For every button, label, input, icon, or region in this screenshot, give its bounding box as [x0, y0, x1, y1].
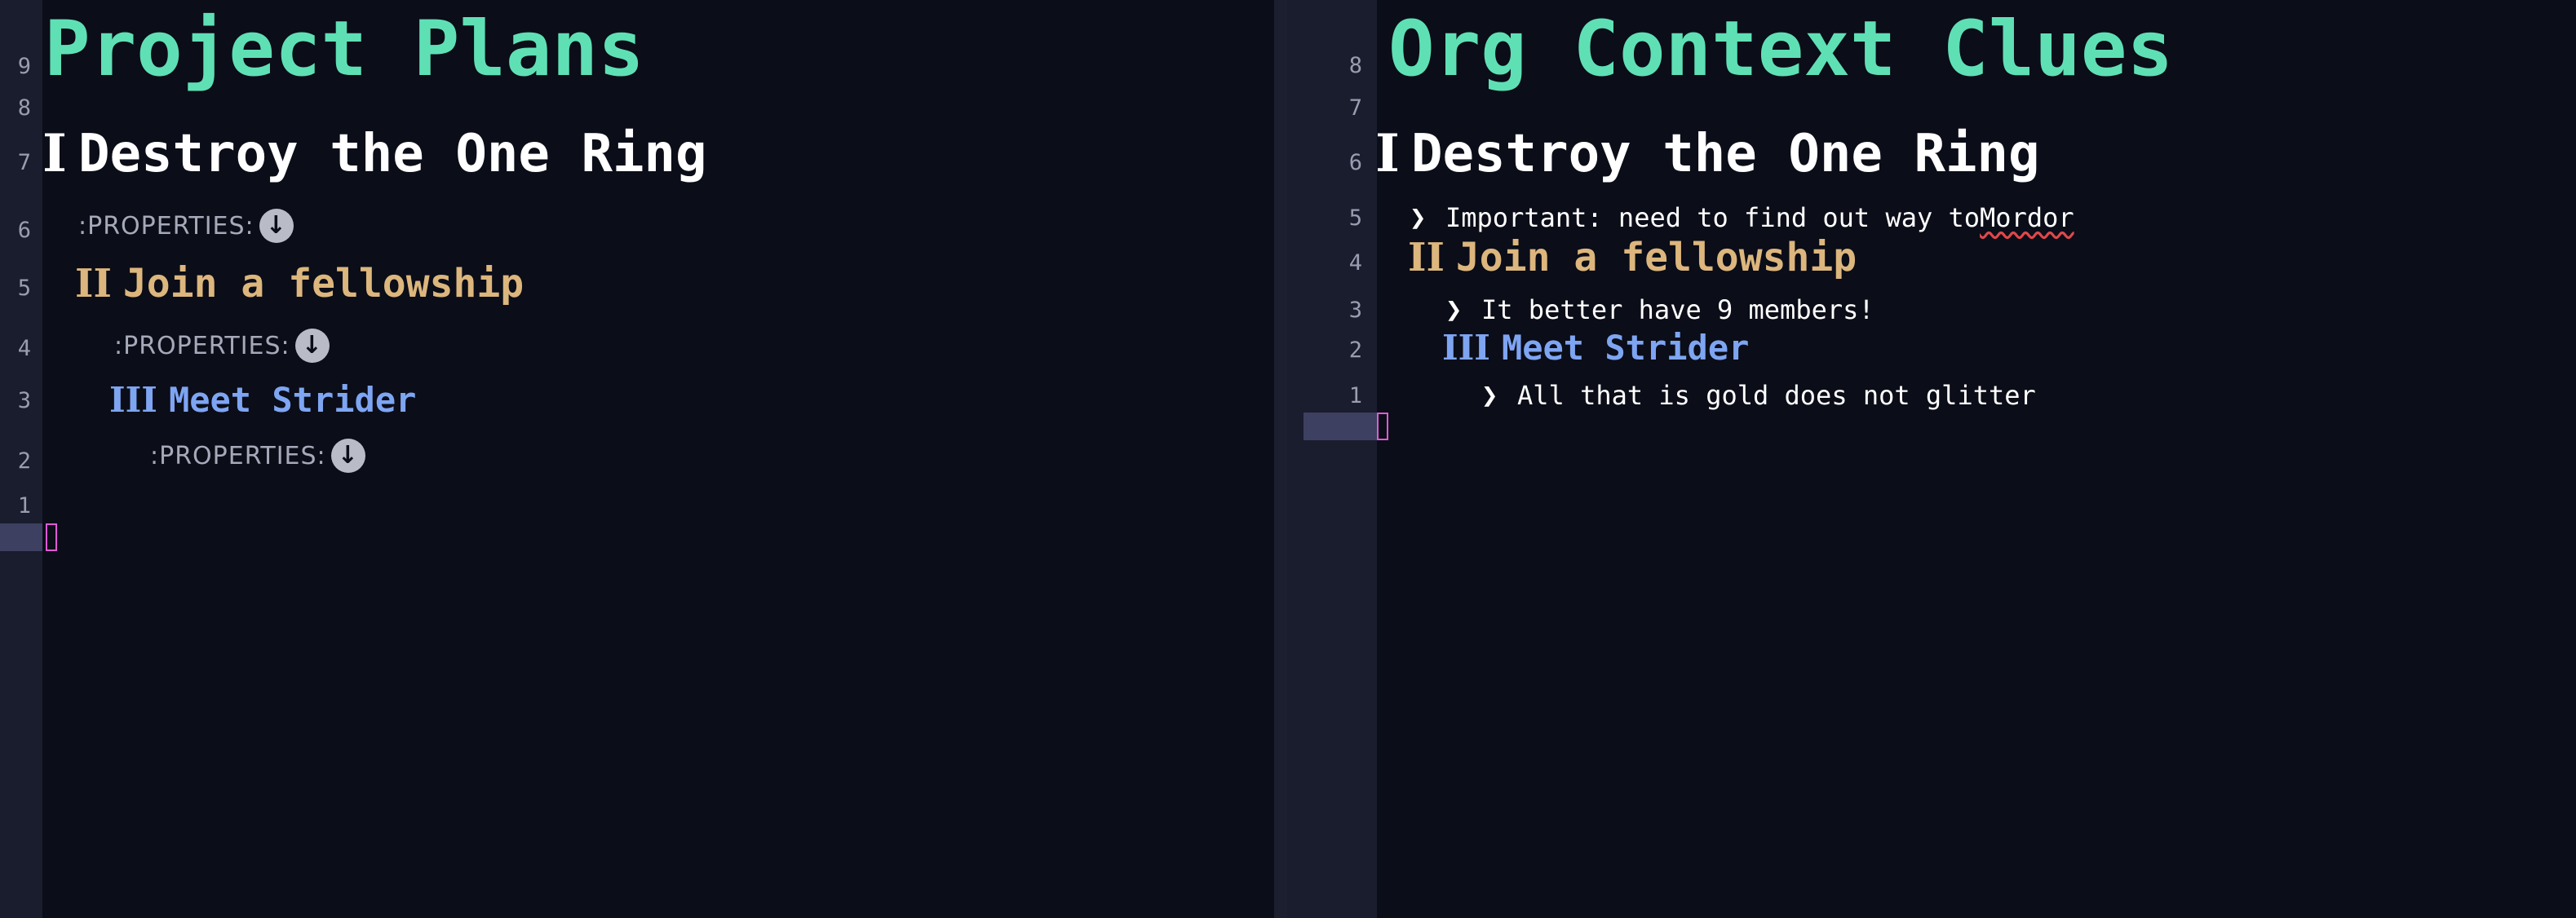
line-number: 7	[1348, 95, 1362, 121]
left-editor-pane[interactable]: 9 8 7 6 5 4 3 2 1 Project Plans I Destroy…	[0, 0, 1274, 918]
text-cursor	[1377, 413, 1388, 440]
current-line-highlight	[1303, 413, 1377, 440]
line-number: 2	[1348, 338, 1362, 363]
properties-drawer[interactable]: :PROPERTIES: ↓	[114, 329, 330, 363]
heading-roman-numeral: II	[1408, 235, 1445, 280]
heading-level-3[interactable]: III Meet Strider	[109, 380, 416, 421]
line-number: 9	[17, 54, 31, 79]
heading-level-3[interactable]: III Meet Strider	[1442, 328, 1749, 369]
heading-text: Meet Strider	[168, 380, 417, 420]
line-number: 3	[17, 388, 31, 413]
clue-text: Important: need to find out way to	[1445, 202, 1981, 233]
line-number: 1	[1348, 383, 1362, 408]
line-number: 6	[1348, 150, 1362, 175]
line-number: 3	[1348, 298, 1362, 323]
heading-roman-numeral: III	[1442, 328, 1490, 368]
context-clue[interactable]: ❯ Important: need to find out way to Mor…	[1410, 201, 2074, 234]
heading-level-2[interactable]: II Join a fellowship	[1408, 235, 1857, 280]
window-divider[interactable]	[1274, 0, 1287, 918]
heading-level-1[interactable]: I Destroy the One Ring	[42, 126, 707, 183]
line-number-gutter: 8 7 6 5 4 3 2 1	[1287, 0, 1377, 918]
current-line-highlight	[0, 523, 42, 551]
heading-text: Join a fellowship	[122, 261, 524, 307]
context-clue[interactable]: ❯ All that is gold does not glitter	[1481, 379, 2036, 412]
heading-level-2[interactable]: II Join a fellowship	[75, 261, 524, 307]
line-number: 6	[17, 218, 31, 243]
line-number: 2	[17, 448, 31, 474]
line-number: 1	[17, 493, 31, 519]
heading-roman-numeral: II	[75, 261, 112, 307]
misspelled-word[interactable]: Mordor	[1980, 201, 2074, 234]
chevron-right-icon: ❯	[1481, 379, 1498, 412]
heading-text: Join a fellowship	[1455, 235, 1857, 280]
heading-level-1[interactable]: I Destroy the One Ring	[1375, 126, 2040, 183]
properties-drawer[interactable]: :PROPERTIES: ↓	[78, 209, 294, 243]
text-cursor	[46, 523, 57, 551]
heading-roman-numeral: I	[1375, 123, 1400, 184]
properties-label: :PROPERTIES:	[114, 331, 290, 360]
arrow-down-circle-icon[interactable]: ↓	[294, 329, 330, 363]
clue-text: All that is gold does not glitter	[1517, 380, 2036, 411]
line-number: 5	[1348, 205, 1362, 231]
heading-roman-numeral: III	[109, 380, 157, 420]
properties-label: :PROPERTIES:	[78, 211, 255, 241]
chevron-right-icon: ❯	[1445, 293, 1463, 326]
heading-text: Meet Strider	[1501, 328, 1750, 368]
arrow-down-circle-icon[interactable]: ↓	[259, 209, 294, 243]
properties-drawer[interactable]: :PROPERTIES: ↓	[150, 439, 365, 473]
document-title: Project Plans	[44, 5, 644, 94]
document-title: Org Context Clues	[1388, 5, 2174, 94]
heading-text: Destroy the One Ring	[77, 124, 707, 184]
line-number: 4	[1348, 250, 1362, 276]
line-number: 7	[17, 150, 31, 175]
right-editor-pane[interactable]: 8 7 6 5 4 3 2 1 Org Context Clues I Destr…	[1287, 0, 2576, 918]
line-number-gutter: 9 8 7 6 5 4 3 2 1	[0, 0, 42, 918]
line-number: 5	[17, 276, 31, 301]
heading-text: Destroy the One Ring	[1410, 124, 2040, 184]
context-clue[interactable]: ❯ It better have 9 members!	[1445, 293, 1874, 326]
line-number: 8	[1348, 53, 1362, 78]
chevron-right-icon: ❯	[1410, 201, 1427, 234]
line-number: 8	[17, 95, 31, 121]
clue-text: It better have 9 members!	[1481, 294, 1874, 325]
line-number: 4	[17, 336, 31, 361]
arrow-down-circle-icon[interactable]: ↓	[330, 439, 365, 473]
heading-roman-numeral: I	[42, 123, 67, 184]
properties-label: :PROPERTIES:	[150, 441, 326, 470]
